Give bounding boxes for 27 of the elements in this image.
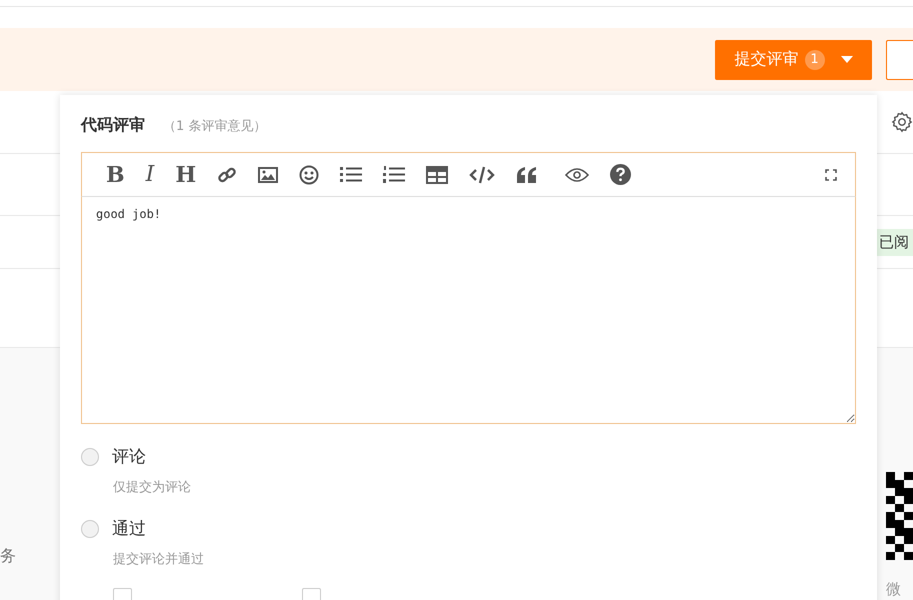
- help-icon[interactable]: [610, 164, 632, 185]
- quote-icon[interactable]: [516, 166, 538, 182]
- fullscreen-icon[interactable]: [825, 168, 837, 180]
- comment-count: （1 条评审意见）: [163, 118, 266, 135]
- status-tag: 已阅: [876, 228, 913, 256]
- code-icon[interactable]: [469, 166, 496, 184]
- emoji-icon[interactable]: [299, 164, 320, 184]
- option-label: 通过: [112, 518, 146, 540]
- count-badge: 1: [804, 50, 824, 70]
- option-description: 仅提交为评论: [113, 479, 192, 496]
- radio-button[interactable]: [81, 520, 99, 538]
- caret-icon: [840, 56, 852, 64]
- radio-button[interactable]: [81, 448, 99, 466]
- comment-input[interactable]: good job!: [81, 197, 856, 424]
- settings-icon[interactable]: [891, 111, 913, 133]
- bullet-list-icon[interactable]: [340, 166, 362, 184]
- image-icon[interactable]: [258, 166, 278, 182]
- qr-code-icon: [886, 472, 913, 560]
- side-label: 务: [0, 546, 16, 567]
- partial-button[interactable]: [886, 40, 913, 80]
- qr-caption: 微: [886, 580, 901, 599]
- eye-icon[interactable]: [565, 168, 590, 182]
- numbered-list-icon[interactable]: [383, 166, 406, 184]
- table-icon[interactable]: [426, 166, 448, 184]
- option-description: 提交评论并通过: [113, 551, 205, 568]
- panel-title: 代码评审: [81, 115, 145, 136]
- option-label: 评论: [112, 446, 146, 468]
